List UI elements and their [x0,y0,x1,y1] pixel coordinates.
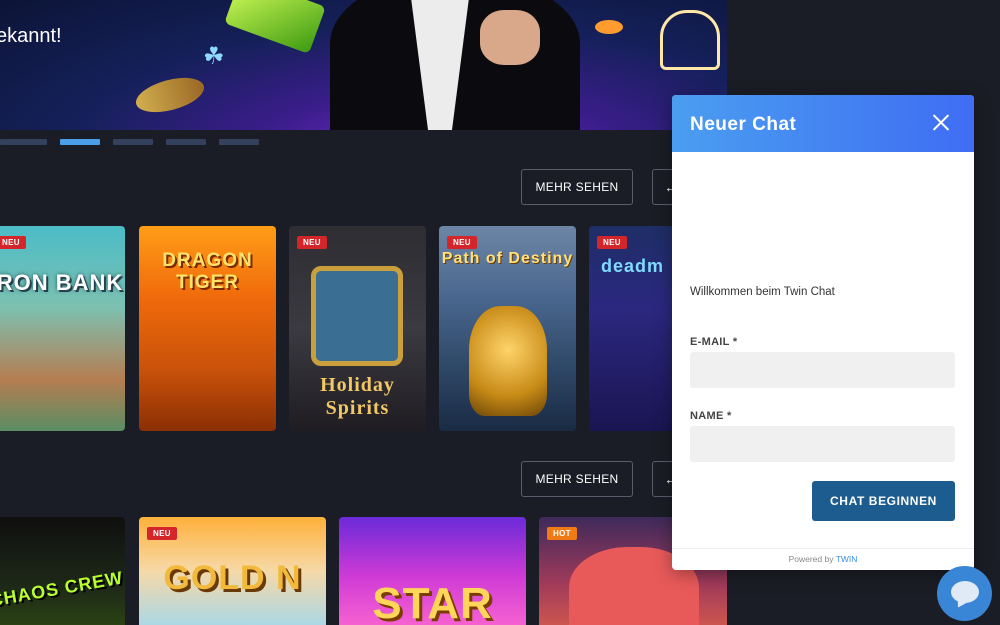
carousel-dot[interactable] [0,139,47,145]
game-tile-chaos-crew[interactable]: CHAOS CREW [0,517,125,625]
hero-text: ekannt! [0,25,62,47]
chat-bubble-icon [951,581,979,603]
chat-launcher-button[interactable] [937,566,992,621]
carousel-pagination [0,139,259,145]
game-title: Holiday Spirits [320,374,395,419]
powered-by-text: Powered by [788,554,834,564]
carousel-dot[interactable] [113,139,153,145]
game-title: STAR [372,579,493,625]
portrait-frame-graphic [311,266,403,366]
game-title: DRAGON TIGER [162,250,253,293]
hot-badge: HOT [547,527,577,540]
powered-by-brand-link[interactable]: TWIN [836,554,858,564]
bell-icon [660,10,720,70]
chat-welcome-text: Willkommen beim Twin Chat [690,286,835,298]
more-button-section1[interactable]: MEHR SEHEN [521,169,633,205]
new-badge: NEU [297,236,327,249]
carousel-dot[interactable] [219,139,259,145]
carousel-dot[interactable] [166,139,206,145]
chat-widget: Neuer Chat Willkommen beim Twin Chat E-M… [672,95,974,570]
gem-graphic [224,0,326,54]
game-tile-dragon-tiger[interactable]: DRAGON TIGER [139,226,276,431]
name-label: NAME * [690,410,732,422]
start-chat-button[interactable]: CHAT BEGINNEN [812,481,955,521]
clover-icon: ☘ [203,43,225,70]
chat-footer: Powered by TWIN [672,548,974,570]
email-label: E-MAIL * [690,336,738,348]
game-title: GOLD N [163,559,302,597]
game-tile-deadmau5[interactable]: NEU deadm [589,226,674,431]
new-badge: NEU [597,236,627,249]
game-title: CHAOS CREW [0,567,125,611]
chip-graphic [595,20,623,34]
more-button-section2[interactable]: MEHR SEHEN [521,461,633,497]
coin-graphic [132,71,208,119]
game-title: Path of Destiny [441,250,574,267]
new-badge: NEU [147,527,177,540]
carousel-dot-active[interactable] [60,139,100,145]
ganesha-graphic [469,306,547,416]
new-badge: NEU [447,236,477,249]
close-icon[interactable] [932,113,950,131]
chat-title: Neuer Chat [690,114,797,135]
game-title: IRON BANK [0,270,124,295]
game-title: deadm [601,256,665,276]
hero-hand-graphic [480,10,540,65]
hero-banner[interactable]: ☘ ekannt! [0,0,727,130]
new-badge: NEU [0,236,26,249]
game-tile-path-of-destiny[interactable]: NEU Path of Destiny [439,226,576,431]
game-tile-star[interactable]: STAR [339,517,526,625]
game-tile-gold-n[interactable]: NEU GOLD N [139,517,326,625]
chat-header: Neuer Chat [672,95,974,152]
name-field[interactable] [690,426,955,462]
email-field[interactable] [690,352,955,388]
game-tile-iron-bank[interactable]: NEU IRON BANK [0,226,125,431]
game-tile-holiday-spirits[interactable]: NEU Holiday Spirits [289,226,426,431]
